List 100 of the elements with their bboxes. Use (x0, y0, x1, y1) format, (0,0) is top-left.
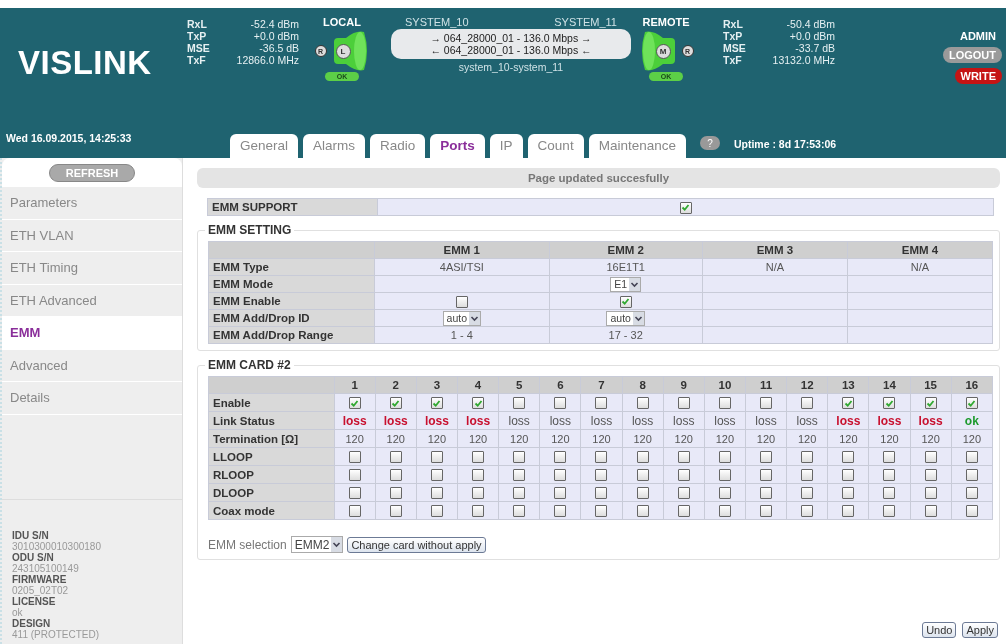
checkbox[interactable] (924, 469, 937, 482)
checkbox[interactable] (472, 469, 485, 482)
checkbox[interactable] (554, 469, 567, 482)
checkbox[interactable] (554, 505, 567, 518)
checkbox[interactable] (348, 397, 361, 410)
checkbox[interactable] (883, 469, 896, 482)
logout-button[interactable]: LOGOUT (942, 47, 1002, 63)
checkbox[interactable] (389, 397, 402, 410)
checkbox[interactable] (842, 451, 855, 464)
checkbox[interactable] (965, 397, 978, 410)
dropdown[interactable]: EMM2 (290, 536, 344, 553)
tab[interactable]: Radio (370, 134, 426, 158)
checkbox[interactable] (430, 487, 443, 500)
checkbox[interactable] (513, 469, 526, 482)
checkbox[interactable] (677, 451, 690, 464)
checkbox[interactable] (513, 451, 526, 464)
checkbox[interactable] (883, 397, 896, 410)
change-card-button[interactable]: Change card without apply (347, 536, 486, 553)
checkbox[interactable] (348, 487, 361, 500)
checkbox[interactable] (636, 505, 649, 518)
checkbox[interactable] (677, 505, 690, 518)
sidebar-item[interactable]: Advanced (2, 349, 182, 382)
checkbox[interactable] (554, 487, 567, 500)
checkbox[interactable] (636, 487, 649, 500)
tab[interactable]: Ports (430, 134, 485, 158)
checkbox[interactable] (760, 487, 773, 500)
checkbox[interactable] (842, 505, 855, 518)
sidebar-item[interactable]: ETH Timing (2, 252, 182, 285)
tab[interactable]: Count (527, 134, 584, 158)
checkbox[interactable] (472, 505, 485, 518)
checkbox[interactable] (636, 451, 649, 464)
checkbox[interactable] (348, 451, 361, 464)
refresh-button[interactable]: REFRESH (48, 164, 136, 182)
checkbox[interactable] (472, 451, 485, 464)
checkbox[interactable] (554, 397, 567, 410)
action-button[interactable]: Apply (962, 622, 998, 638)
checkbox[interactable] (619, 295, 632, 308)
checkbox[interactable] (636, 469, 649, 482)
checkbox[interactable] (760, 505, 773, 518)
sidebar-item[interactable]: EMM (2, 317, 182, 350)
help-button[interactable]: ? (699, 136, 720, 150)
checkbox[interactable] (718, 505, 731, 518)
checkbox[interactable] (718, 397, 731, 410)
dropdown[interactable]: E1 (610, 276, 642, 292)
checkbox[interactable] (965, 469, 978, 482)
checkbox[interactable] (472, 397, 485, 410)
checkbox[interactable] (677, 469, 690, 482)
checkbox[interactable] (801, 469, 814, 482)
checkbox[interactable] (554, 451, 567, 464)
sidebar-item[interactable]: ETH VLAN (2, 219, 182, 252)
tab[interactable]: IP (489, 134, 523, 158)
checkbox[interactable] (924, 451, 937, 464)
checkbox[interactable] (718, 451, 731, 464)
checkbox[interactable] (718, 469, 731, 482)
sidebar-item[interactable]: Parameters (2, 187, 182, 220)
checkbox[interactable] (718, 487, 731, 500)
checkbox[interactable] (430, 397, 443, 410)
checkbox[interactable] (677, 487, 690, 500)
checkbox[interactable] (595, 469, 608, 482)
action-button[interactable]: Undo (922, 622, 957, 638)
checkbox[interactable] (801, 487, 814, 500)
checkbox[interactable] (595, 451, 608, 464)
checkbox[interactable] (389, 487, 402, 500)
tab[interactable]: Maintenance (588, 134, 686, 158)
checkbox[interactable] (636, 397, 649, 410)
checkbox[interactable] (924, 397, 937, 410)
tab[interactable]: Alarms (303, 134, 366, 158)
sidebar-item[interactable]: Details (2, 382, 182, 415)
checkbox[interactable] (348, 505, 361, 518)
dropdown[interactable]: auto (606, 310, 645, 326)
checkbox[interactable] (801, 505, 814, 518)
checkbox[interactable] (389, 451, 402, 464)
checkbox[interactable] (883, 487, 896, 500)
checkbox[interactable] (348, 469, 361, 482)
checkbox[interactable] (472, 487, 485, 500)
checkbox[interactable] (595, 505, 608, 518)
checkbox[interactable] (760, 451, 773, 464)
checkbox[interactable] (842, 397, 855, 410)
checkbox[interactable] (513, 397, 526, 410)
checkbox[interactable] (679, 201, 692, 214)
checkbox[interactable] (389, 469, 402, 482)
checkbox[interactable] (677, 397, 690, 410)
checkbox[interactable] (801, 451, 814, 464)
checkbox[interactable] (513, 505, 526, 518)
checkbox[interactable] (924, 487, 937, 500)
tab[interactable]: General (230, 134, 299, 158)
checkbox[interactable] (430, 505, 443, 518)
checkbox[interactable] (595, 397, 608, 410)
checkbox[interactable] (430, 451, 443, 464)
checkbox[interactable] (883, 451, 896, 464)
checkbox[interactable] (965, 487, 978, 500)
checkbox[interactable] (883, 505, 896, 518)
checkbox[interactable] (455, 295, 468, 308)
checkbox[interactable] (801, 397, 814, 410)
checkbox[interactable] (924, 505, 937, 518)
checkbox[interactable] (842, 469, 855, 482)
checkbox[interactable] (389, 505, 402, 518)
checkbox[interactable] (513, 487, 526, 500)
checkbox[interactable] (430, 469, 443, 482)
checkbox[interactable] (842, 487, 855, 500)
